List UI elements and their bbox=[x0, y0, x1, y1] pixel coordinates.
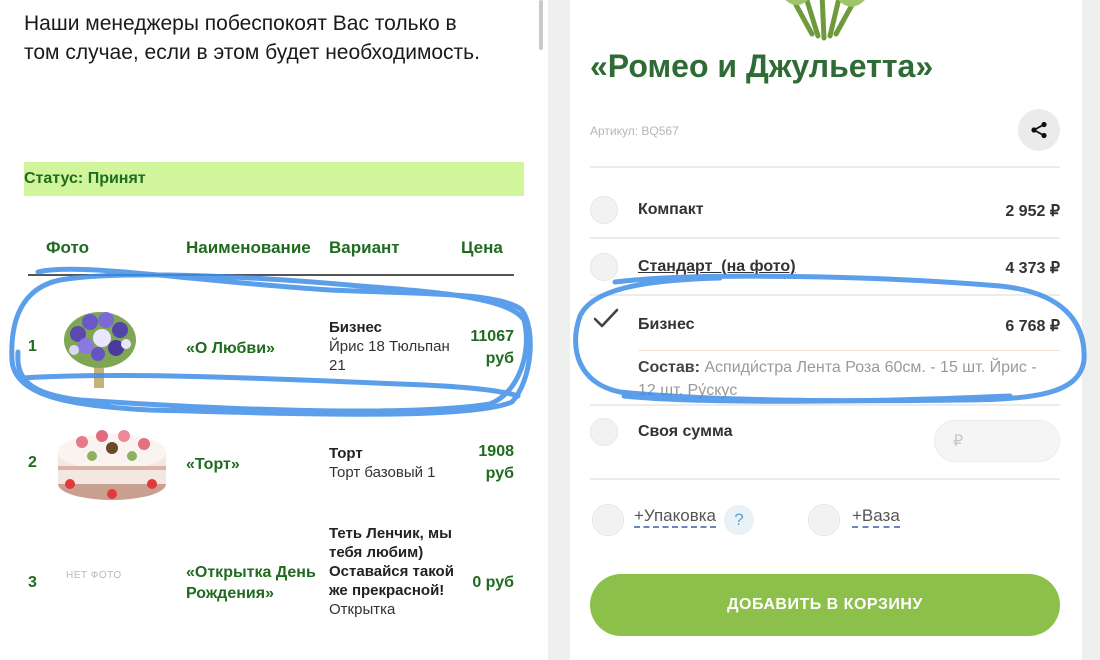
composition: Состав: Аспиди́стра Лента Роза 60см. - 1… bbox=[638, 356, 1038, 402]
no-photo-placeholder: НЕТ ФОТО bbox=[66, 570, 122, 581]
option-price: 6 768 ₽ bbox=[1005, 318, 1060, 335]
variant-detail: Йрис 18 Тюльпан 21 bbox=[329, 338, 450, 374]
price-unit: руб bbox=[485, 350, 514, 367]
notice-line-2: том случае, если в этом будет необходимо… bbox=[24, 41, 480, 64]
item-price: 11067 руб bbox=[470, 326, 514, 370]
order-notice: Наши менеджеры побеспокоят Вас только в … bbox=[24, 0, 524, 67]
item-variant: Теть Ленчик, мы тебя любим) Оставайся та… bbox=[329, 524, 461, 619]
bouquet-image bbox=[785, 0, 865, 41]
variant-title: Торт bbox=[329, 445, 363, 462]
option-label: Стандарт (на фото) bbox=[638, 258, 796, 275]
divider bbox=[638, 350, 1060, 351]
add-to-cart-button[interactable]: ДОБАВИТЬ В КОРЗИНУ bbox=[590, 574, 1060, 636]
price-unit: руб bbox=[485, 465, 514, 482]
order-panel: Наши менеджеры побеспокоят Вас только в … bbox=[0, 0, 548, 660]
order-status: Статус: Принят bbox=[24, 170, 146, 187]
price-value: 1908 bbox=[478, 443, 514, 460]
row-number: 3 bbox=[28, 574, 37, 591]
option-price: 4 373 ₽ bbox=[1005, 260, 1060, 277]
item-name[interactable]: «Торт» bbox=[186, 454, 240, 475]
product-sku: Артикул: BQ567 bbox=[590, 124, 679, 138]
product-title: «Ромео и Джульетта» bbox=[590, 48, 934, 84]
option-label: Своя сумма bbox=[638, 423, 733, 440]
option-radio[interactable] bbox=[590, 196, 618, 224]
custom-sum-input[interactable]: ₽ bbox=[934, 420, 1060, 462]
column-name: Наименование bbox=[186, 238, 311, 257]
packaging-link[interactable]: +Упаковка bbox=[634, 506, 717, 528]
option-radio[interactable] bbox=[590, 253, 618, 281]
price-value: 0 руб bbox=[472, 574, 514, 591]
row-number: 1 bbox=[28, 338, 37, 355]
item-price: 0 руб bbox=[472, 572, 514, 594]
vase-link[interactable]: +Ваза bbox=[852, 506, 900, 528]
variant-title: Теть Ленчик, мы тебя любим) Оставайся та… bbox=[329, 525, 454, 599]
option-label: Бизнес bbox=[638, 316, 695, 333]
option-radio[interactable] bbox=[590, 418, 618, 446]
notice-line-1: Наши менеджеры побеспокоят Вас только в bbox=[24, 12, 457, 35]
vase-checkbox[interactable] bbox=[808, 504, 840, 536]
column-price: Цена bbox=[461, 238, 503, 257]
row-number: 2 bbox=[28, 454, 37, 471]
checkmark-icon[interactable] bbox=[590, 302, 622, 334]
item-variant: Бизнес Йрис 18 Тюльпан 21 bbox=[329, 318, 461, 375]
product-panel: «Ромео и Джульетта» Артикул: BQ567 Компа… bbox=[570, 0, 1082, 660]
price-value: 11067 bbox=[470, 328, 514, 345]
column-variant: Вариант bbox=[329, 238, 400, 257]
divider bbox=[590, 478, 1060, 480]
item-name[interactable]: «Открытка День Рождения» bbox=[186, 562, 326, 604]
share-icon bbox=[1031, 121, 1047, 139]
variant-detail: Открытка bbox=[329, 601, 396, 618]
item-price: 1908 руб bbox=[478, 441, 514, 485]
packaging-checkbox[interactable] bbox=[592, 504, 624, 536]
item-variant: Торт Торт базовый 1 bbox=[329, 444, 461, 482]
help-icon[interactable]: ? bbox=[724, 505, 754, 535]
composition-label: Состав: bbox=[638, 359, 700, 376]
cake-photo bbox=[58, 430, 166, 500]
variant-detail: Торт базовый 1 bbox=[329, 464, 436, 481]
flower-bouquet-photo bbox=[64, 312, 136, 388]
option-label: Компакт bbox=[638, 201, 704, 218]
option-price: 2 952 ₽ bbox=[1005, 203, 1060, 220]
column-photo: Фото bbox=[46, 238, 89, 257]
divider bbox=[590, 294, 1060, 296]
currency-placeholder: ₽ bbox=[953, 433, 964, 450]
divider bbox=[590, 404, 1060, 406]
order-status-bar: Статус: Принят bbox=[24, 162, 524, 196]
variant-title: Бизнес bbox=[329, 319, 383, 336]
divider bbox=[590, 166, 1060, 168]
divider bbox=[590, 237, 1060, 239]
item-name[interactable]: «О Любви» bbox=[186, 338, 275, 359]
scrollbar[interactable] bbox=[539, 0, 543, 50]
share-button[interactable] bbox=[1018, 109, 1060, 151]
table-header-divider bbox=[28, 274, 514, 276]
